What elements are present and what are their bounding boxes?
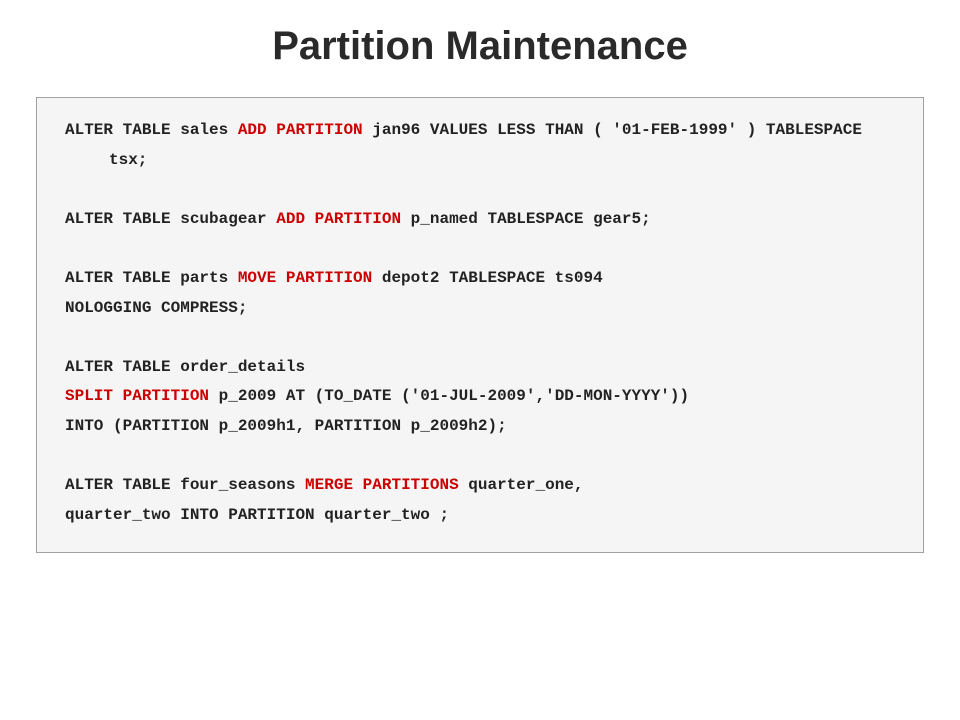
slide: Partition Maintenance ALTER TABLE sales … [0, 0, 960, 720]
code-line: ALTER TABLE order_details [65, 353, 895, 383]
code-text: p_2009 AT (TO_DATE ('01-JUL-2009','DD-MO… [209, 387, 689, 405]
slide-title: Partition Maintenance [36, 24, 924, 69]
keyword-add-partition: ADD PARTITION [238, 121, 363, 139]
code-blank-line [65, 175, 895, 205]
code-line: SPLIT PARTITION p_2009 AT (TO_DATE ('01-… [65, 382, 895, 412]
keyword-split-partition: SPLIT PARTITION [65, 387, 209, 405]
keyword-merge-partitions: MERGE PARTITIONS [305, 476, 459, 494]
code-line: ALTER TABLE sales ADD PARTITION jan96 VA… [65, 116, 895, 175]
keyword-add-partition: ADD PARTITION [276, 210, 401, 228]
code-blank-line [65, 234, 895, 264]
keyword-move-partition: MOVE PARTITION [238, 269, 372, 287]
code-text: quarter_one, [459, 476, 584, 494]
code-blank-line [65, 442, 895, 472]
code-block: ALTER TABLE sales ADD PARTITION jan96 VA… [36, 97, 924, 553]
code-line: INTO (PARTITION p_2009h1, PARTITION p_20… [65, 412, 895, 442]
code-blank-line [65, 323, 895, 353]
code-text: ALTER TABLE scubagear [65, 210, 276, 228]
code-text: p_named TABLESPACE gear5; [401, 210, 651, 228]
code-text: ALTER TABLE order_details [65, 358, 305, 376]
code-line: ALTER TABLE parts MOVE PARTITION depot2 … [65, 264, 895, 294]
code-text: ALTER TABLE parts [65, 269, 238, 287]
code-text: NOLOGGING COMPRESS; [65, 299, 247, 317]
code-text: quarter_two INTO PARTITION quarter_two ; [65, 506, 449, 524]
code-text: ALTER TABLE sales [65, 121, 238, 139]
code-text: depot2 TABLESPACE ts094 [372, 269, 602, 287]
code-text: INTO (PARTITION p_2009h1, PARTITION p_20… [65, 417, 507, 435]
code-line: NOLOGGING COMPRESS; [65, 294, 895, 324]
code-line: ALTER TABLE four_seasons MERGE PARTITION… [65, 471, 895, 501]
code-line: ALTER TABLE scubagear ADD PARTITION p_na… [65, 205, 895, 235]
code-text: ALTER TABLE four_seasons [65, 476, 305, 494]
code-line: quarter_two INTO PARTITION quarter_two ; [65, 501, 895, 531]
